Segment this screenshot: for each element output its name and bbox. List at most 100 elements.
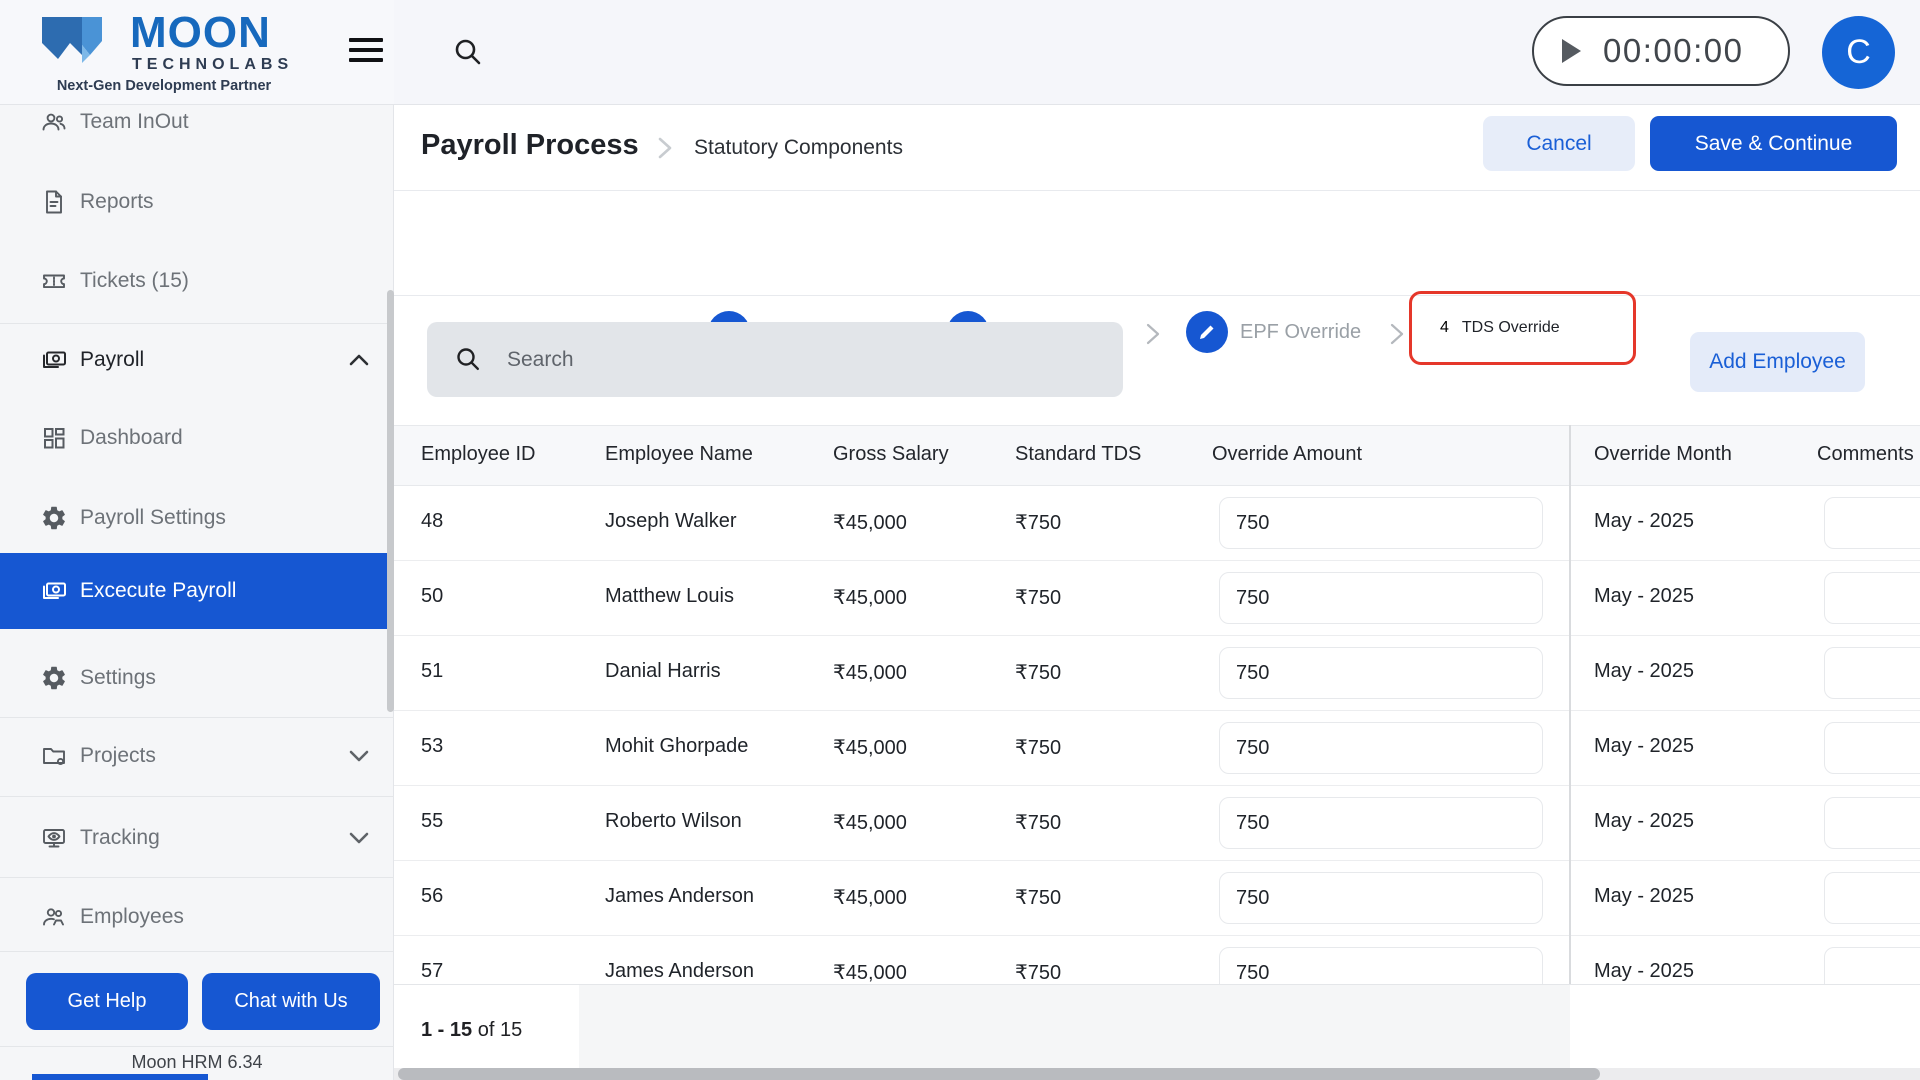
step-number-circle: 4 [1440,319,1449,337]
cell-override-month: May - 2025 [1594,885,1694,908]
get-help-button[interactable]: Get Help [26,973,188,1030]
cell-employee-name: Danial Harris [605,660,721,683]
sidebar-item-dashboard[interactable]: Dashboard [0,408,394,468]
breadcrumb: Statutory Components [694,136,903,160]
cell-override-month: May - 2025 [1594,585,1694,608]
cell-gross-salary: ₹45,000 [833,735,907,760]
sidebar-item-reports[interactable]: Reports [0,172,394,232]
app-version: Moon HRM 6.34 [0,1048,394,1076]
pagination-suffix: of 15 [472,1019,522,1041]
sidebar-item-label: Payroll [80,348,144,372]
override-amount-input[interactable] [1219,647,1543,699]
gear-icon [40,664,68,692]
sidebar-item-settings[interactable]: Settings [0,648,394,708]
cell-standard-tds: ₹750 [1015,960,1061,985]
pagination-range: 1 - 15 [421,1019,472,1041]
cancel-button[interactable]: Cancel [1483,116,1635,171]
cell-standard-tds: ₹750 [1015,510,1061,535]
column-header-override-month: Override Month [1594,443,1732,466]
cell-standard-tds: ₹750 [1015,810,1061,835]
save-continue-button[interactable]: Save & Continue [1650,116,1897,171]
payroll-icon [40,346,68,374]
sidebar-item-projects[interactable]: Projects [0,726,394,786]
sidebar-item-payroll[interactable]: Payroll [0,330,394,390]
avatar[interactable]: C [1822,16,1895,89]
sidebar-item-label: Dashboard [80,426,183,450]
chevron-right-icon [1146,322,1160,346]
pencil-icon [1197,322,1217,342]
comment-input[interactable] [1824,497,1920,549]
avatar-initial: C [1846,33,1871,72]
menu-icon[interactable] [349,38,383,68]
cell-gross-salary: ₹45,000 [833,510,907,535]
cell-standard-tds: ₹750 [1015,660,1061,685]
cell-standard-tds: ₹750 [1015,885,1061,910]
override-amount-input[interactable] [1219,872,1543,924]
comment-input[interactable] [1824,572,1920,624]
cell-employee-name: Mohit Ghorpade [605,735,748,758]
add-employee-button[interactable]: Add Employee [1690,332,1865,392]
cell-employee-id: 50 [421,585,443,608]
employees-icon [40,903,68,931]
cell-standard-tds: ₹750 [1015,585,1061,610]
override-amount-input[interactable] [1219,797,1543,849]
brand-title: MOON [130,8,271,58]
sidebar-item-employees[interactable]: Employees [0,887,394,947]
comment-input[interactable] [1824,647,1920,699]
brand-subtitle: TECHNOLABS [132,56,293,74]
column-header-standard-tds: Standard TDS [1015,443,1141,466]
page-header: Payroll Process Statutory Components Can… [394,105,1920,191]
comment-input[interactable] [1824,797,1920,849]
sidebar-item-payroll-settings[interactable]: Payroll Settings [0,488,394,548]
page-title: Payroll Process [421,129,639,162]
step-label: TDS Override [1462,319,1560,337]
column-header-override-amount: Override Amount [1212,443,1362,466]
cell-employee-name: Joseph Walker [605,510,737,533]
step-epf-override[interactable]: EPF Override [1186,311,1361,353]
divider [0,951,394,952]
search-input[interactable] [427,322,1123,397]
cell-employee-name: Matthew Louis [605,585,734,608]
timer-widget[interactable]: 00:00:00 [1532,16,1790,86]
cell-employee-id: 51 [421,660,443,683]
chat-with-us-button[interactable]: Chat with Us [202,973,380,1030]
cell-override-month: May - 2025 [1594,960,1694,983]
override-amount-input[interactable] [1219,497,1543,549]
divider [0,877,394,878]
divider [0,717,394,718]
sidebar-item-tickets[interactable]: Tickets (15) [0,251,394,311]
override-amount-input[interactable] [1219,722,1543,774]
sidebar-item-label: Tracking [80,826,160,850]
play-icon [1562,39,1581,63]
sidebar-item-execute-payroll[interactable]: Excecute Payroll [0,553,394,629]
table-row: 55 Roberto Wilson ₹45,000 ₹750 May - 202… [394,786,1920,861]
comment-input[interactable] [1824,872,1920,924]
moon-technolabs-logo-icon[interactable] [40,11,116,73]
chevron-up-icon [348,353,370,367]
cell-employee-id: 57 [421,960,443,983]
cell-override-month: May - 2025 [1594,510,1694,533]
table-row: 53 Mohit Ghorpade ₹45,000 ₹750 May - 202… [394,711,1920,786]
sidebar-item-label: Settings [80,666,156,690]
table-header: Employee ID Employee Name Gross Salary S… [394,425,1920,486]
cell-employee-id: 53 [421,735,443,758]
timer-value: 00:00:00 [1603,32,1743,70]
step-tds-override[interactable]: 4 TDS Override [1409,291,1636,365]
app-window: 00:00:00 C MOON TECHNOLABS Next-Gen Deve… [0,0,1920,1080]
sidebar-item-label: Excecute Payroll [80,579,236,603]
override-amount-input[interactable] [1219,572,1543,624]
sidebar-item-label: Team InOut [80,110,189,134]
cell-gross-salary: ₹45,000 [833,885,907,910]
sidebar-item-label: Tickets (15) [80,269,189,293]
report-icon [40,188,68,216]
stepper: PT Override ESI Override EPF Override 4 … [394,191,1920,296]
global-search-icon[interactable] [452,36,484,68]
table-footer: 1 - 15 of 15 [394,984,1920,1080]
sidebar-item-tracking[interactable]: Tracking [0,808,394,868]
sidebar-scrollbar[interactable] [387,290,394,712]
comment-input[interactable] [1824,722,1920,774]
sidebar-item-team-inout[interactable]: Team InOut [0,92,394,152]
sidebar: MOON TECHNOLABS Next-Gen Development Par… [0,0,394,1080]
horizontal-scrollbar-thumb[interactable] [398,1068,1600,1080]
divider [0,323,394,324]
